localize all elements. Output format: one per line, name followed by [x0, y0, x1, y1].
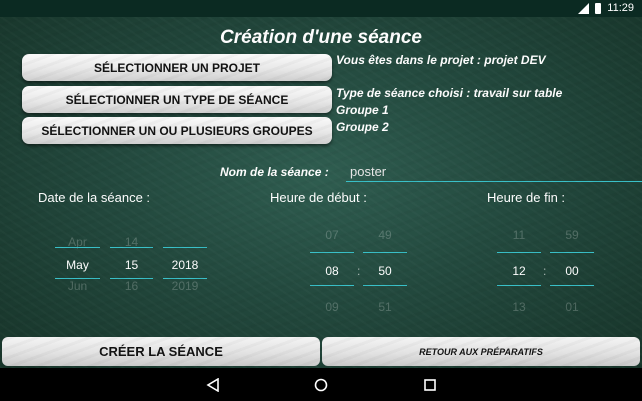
home-icon[interactable] [314, 378, 328, 392]
time-separator: : [543, 264, 547, 278]
end-time-label: Heure de fin : [487, 190, 566, 205]
picker-divider [550, 252, 594, 253]
start-minute-picker[interactable]: 49 50 51 [363, 222, 407, 318]
picker-divider [163, 247, 207, 248]
end-minute-next[interactable]: 01 [550, 300, 594, 314]
start-minute-prev[interactable]: 49 [363, 228, 407, 242]
start-minute-next[interactable]: 51 [363, 300, 407, 314]
status-bar: 11:29 [0, 0, 642, 17]
month-next[interactable]: Jun [55, 279, 100, 293]
start-minute-selected: 50 [378, 264, 392, 278]
start-time-label: Heure de début : [270, 190, 367, 205]
picker-divider [363, 285, 407, 286]
year-next[interactable]: 2019 [163, 279, 207, 293]
date-label: Date de la séance : [38, 190, 151, 205]
picker-divider [497, 285, 541, 286]
picker-divider [497, 252, 541, 253]
create-session-button[interactable]: CRÉER LA SÉANCE [2, 337, 320, 366]
month-picker[interactable]: Apr May Jun [55, 227, 100, 297]
end-minute-selected: 00 [565, 264, 579, 278]
page-title: Création d'une séance [220, 27, 422, 48]
signal-icon [577, 2, 590, 14]
session-name-label: Nom de la séance : [220, 165, 329, 179]
back-to-preparations-button[interactable]: RETOUR AUX PRÉPARATIFS [322, 337, 640, 366]
end-minute-prev[interactable]: 59 [550, 228, 594, 242]
session-name-input[interactable]: poster [346, 160, 642, 182]
back-icon[interactable] [206, 378, 220, 392]
recents-icon[interactable] [423, 378, 437, 392]
status-icons: 11:29 [577, 2, 634, 14]
select-groups-button[interactable]: SÉLECTIONNER UN OU PLUSIEURS GROUPES [22, 117, 332, 144]
end-hour-next[interactable]: 13 [497, 300, 541, 314]
picker-divider [310, 252, 354, 253]
select-session-type-button[interactable]: SÉLECTIONNER UN TYPE DE SÉANCE [22, 86, 332, 113]
battery-icon [595, 2, 602, 14]
day-picker[interactable]: 14 15 16 [110, 227, 153, 297]
group-item: Groupe 1 [336, 103, 389, 117]
end-hour-picker[interactable]: 11 12 13 [497, 222, 541, 318]
status-time: 11:29 [607, 2, 634, 14]
picker-divider [363, 252, 407, 253]
start-hour-picker[interactable]: 07 08 09 [310, 222, 354, 318]
year-picker[interactable]: 2018 2018 2019 [163, 227, 207, 297]
picker-divider [55, 247, 100, 248]
time-separator: : [357, 264, 361, 278]
end-hour-prev[interactable]: 11 [497, 228, 541, 242]
current-project-text: Vous êtes dans le projet : projet DEV [336, 53, 546, 67]
session-type-text: Type de séance choisi : travail sur tabl… [336, 86, 563, 100]
navigation-bar [0, 368, 642, 401]
day-next[interactable]: 16 [110, 279, 153, 293]
select-project-button[interactable]: SÉLECTIONNER UN PROJET [22, 54, 332, 81]
picker-divider [310, 285, 354, 286]
picker-divider [110, 247, 153, 248]
session-creation-screen: Création d'une séance SÉLECTIONNER UN PR… [0, 17, 642, 368]
start-hour-next[interactable]: 09 [310, 300, 354, 314]
year-selected: 2018 [171, 258, 199, 272]
end-minute-picker[interactable]: 59 00 01 [550, 222, 594, 318]
start-hour-selected: 08 [325, 264, 339, 278]
group-item: Groupe 2 [336, 120, 389, 134]
start-hour-prev[interactable]: 07 [310, 228, 354, 242]
day-selected: 15 [124, 258, 139, 272]
picker-divider [550, 285, 594, 286]
month-selected: May [66, 258, 89, 272]
end-hour-selected: 12 [512, 264, 526, 278]
